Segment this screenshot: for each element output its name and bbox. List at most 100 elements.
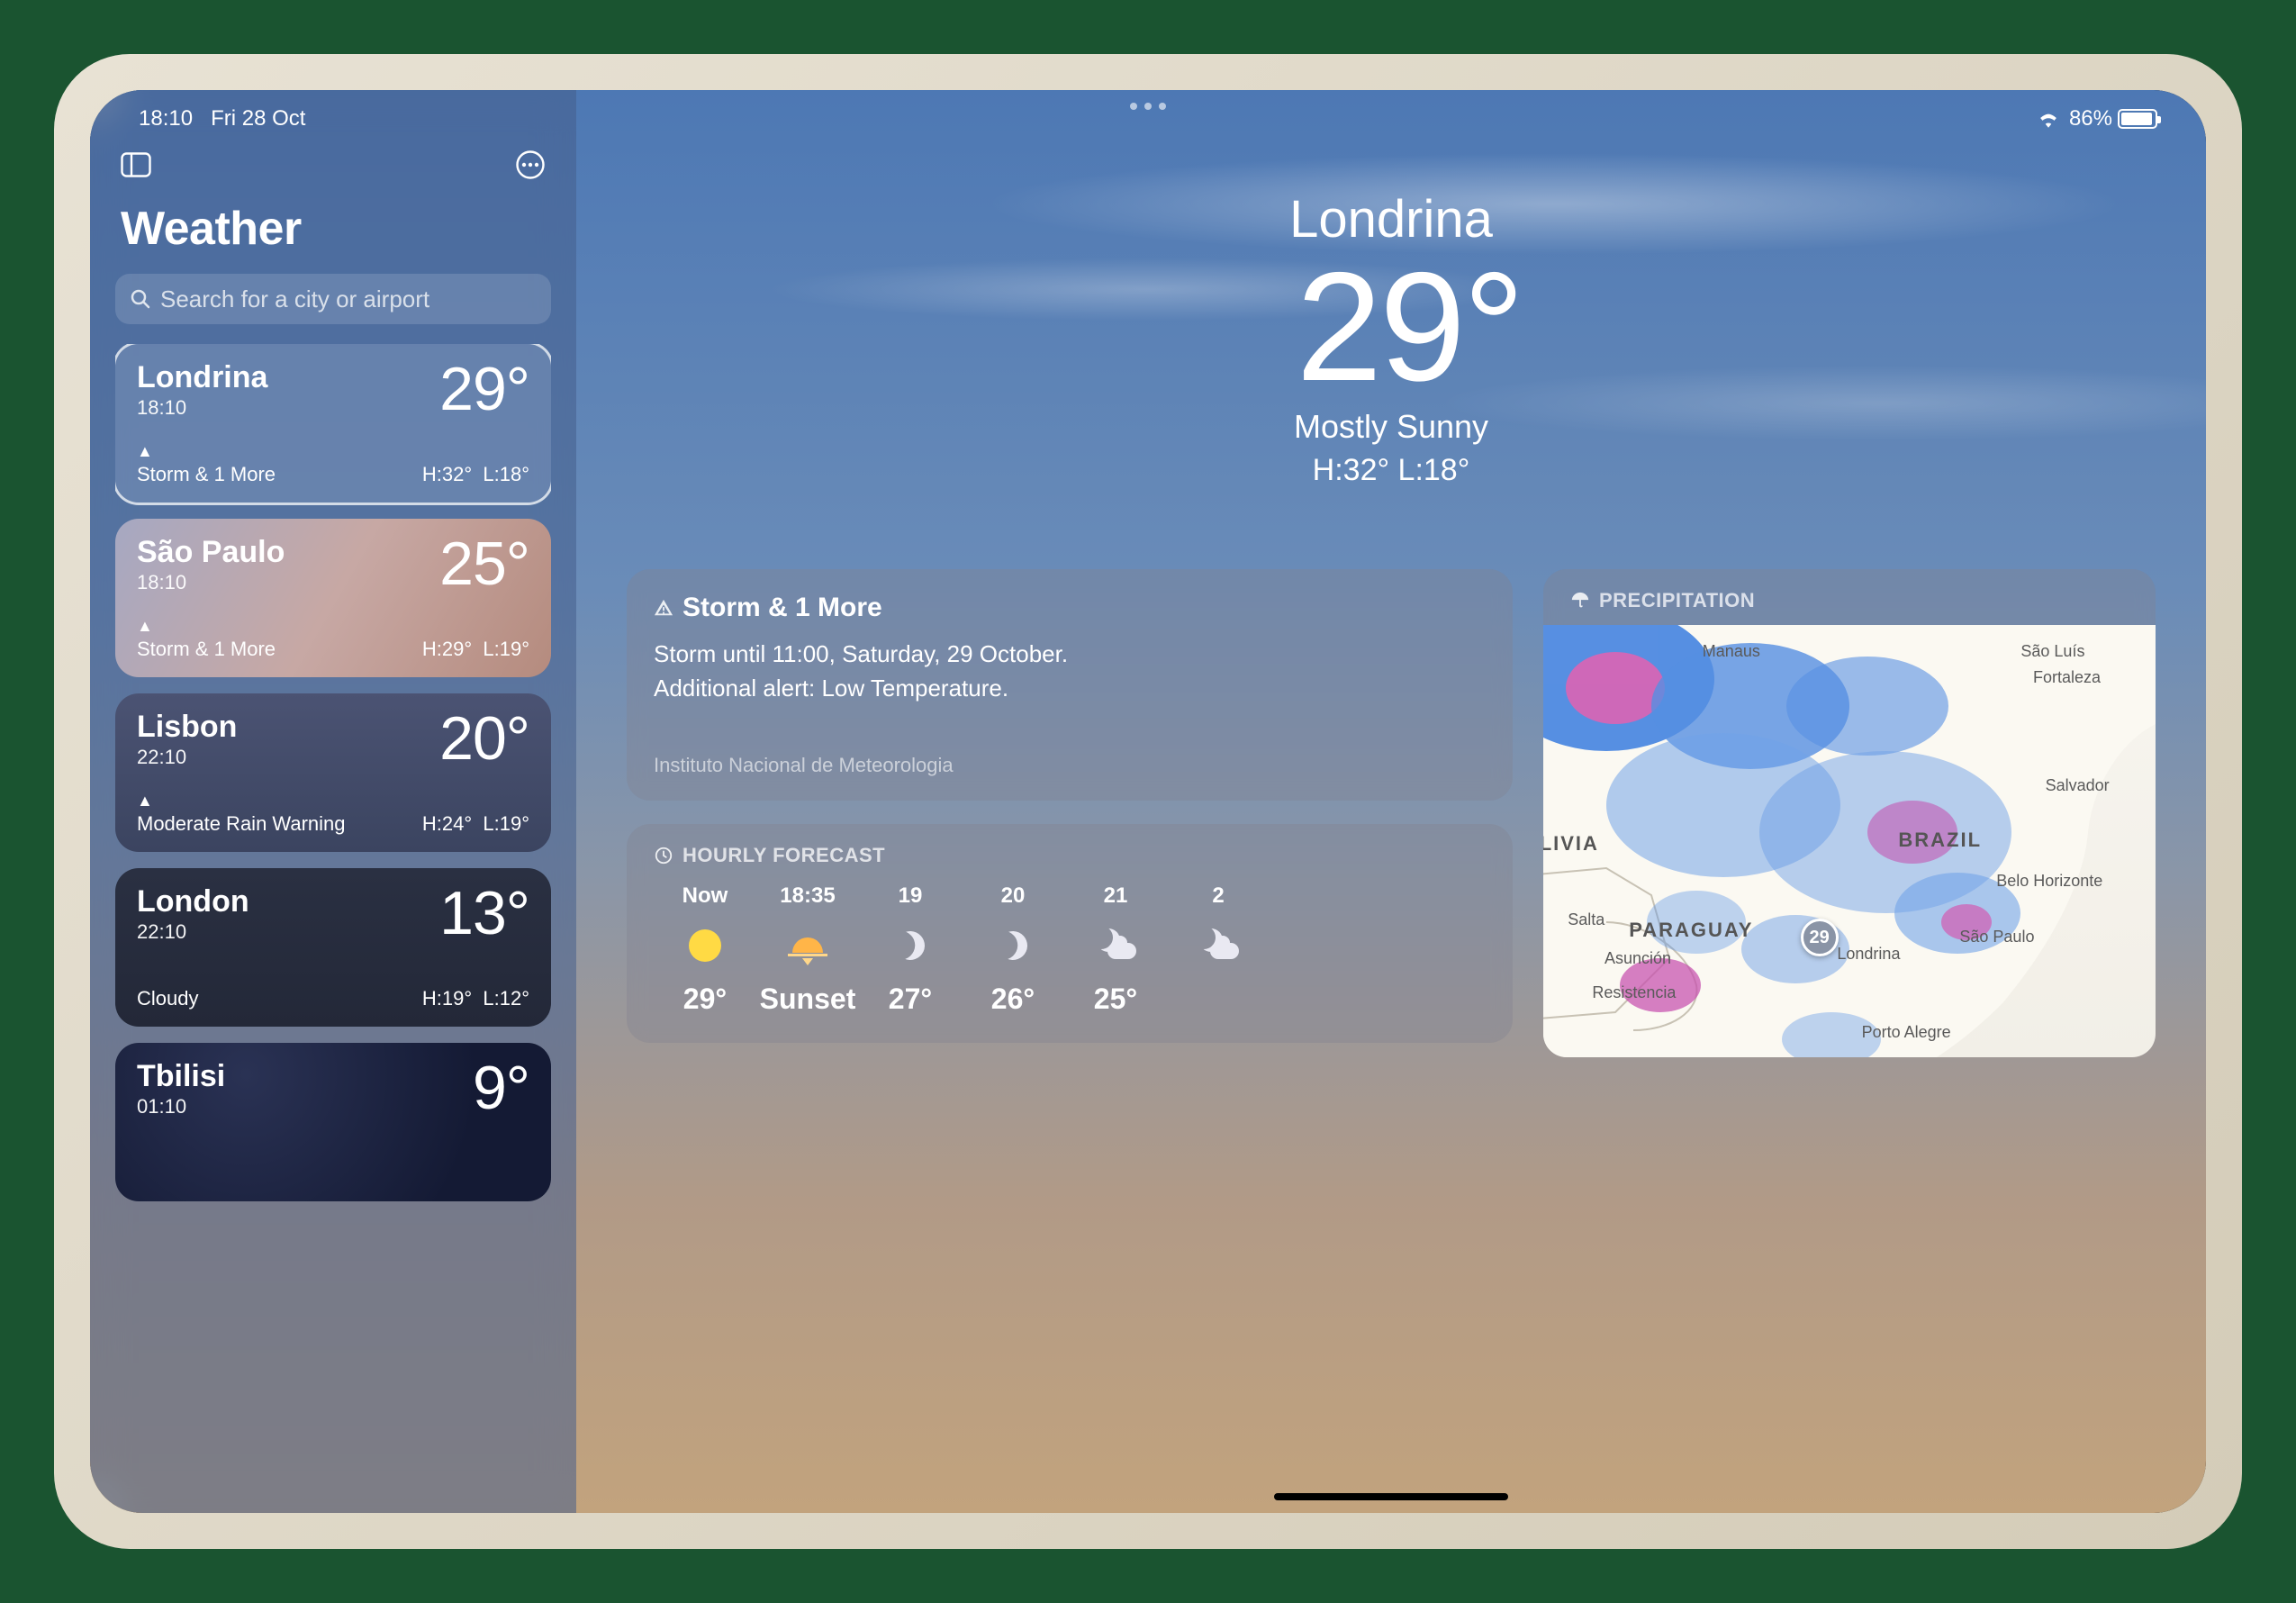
weather-icon-moon	[999, 925, 1027, 966]
weather-icon-sunset	[788, 925, 827, 966]
city-temp: 29°	[439, 362, 529, 417]
city-name: Lisbon	[137, 711, 237, 744]
hourly-header: HOURLY FORECAST	[654, 844, 1486, 867]
city-card-london[interactable]: London22:1013°CloudyH:19° L:12°	[115, 868, 551, 1027]
city-hi-lo: H:29° L:19°	[422, 638, 529, 661]
warning-icon: ▲	[137, 792, 346, 809]
alert-title: Storm & 1 More	[682, 593, 882, 623]
city-condition: ▲Moderate Rain Warning	[137, 792, 346, 836]
map-label: Salvador	[2046, 776, 2110, 795]
umbrella-icon	[1570, 591, 1590, 611]
sidebar-title: Weather	[121, 202, 551, 256]
map-label: Resistencia	[1592, 983, 1676, 1002]
map-label: BOLIVIA	[1543, 832, 1599, 856]
map-label: São Paulo	[1959, 928, 2034, 946]
battery-fill	[2121, 113, 2152, 125]
alert-panel[interactable]: Storm & 1 More Storm until 11:00, Saturd…	[627, 569, 1513, 801]
city-hi-lo: H:32° L:18°	[422, 463, 529, 486]
map-label: Asunción	[1604, 949, 1671, 968]
hour-value: Sunset	[760, 983, 856, 1016]
map-location-pin[interactable]: 29	[1801, 919, 1839, 956]
battery-pct: 86%	[2069, 106, 2112, 131]
map-label: Manaus	[1703, 642, 1760, 661]
multitask-button[interactable]	[1130, 103, 1166, 110]
map-label: PARAGUAY	[1629, 919, 1753, 942]
city-condition: ▲Storm & 1 More	[137, 443, 276, 486]
city-time: 22:10	[137, 920, 249, 944]
city-name: London	[137, 886, 249, 919]
hour-item: 2	[1167, 883, 1270, 1016]
precipitation-panel[interactable]: PRECIPITATION	[1543, 569, 2156, 1057]
status-left: 18:10 Fri 28 Oct	[139, 106, 305, 131]
hour-label: 19	[899, 883, 923, 909]
alert-line-1: Storm until 11:00, Saturday, 29 October.	[654, 638, 1486, 672]
map-pin-city: Londrina	[1837, 945, 1900, 964]
map-label: BRAZIL	[1898, 829, 1982, 852]
home-indicator[interactable]	[1274, 1493, 1508, 1500]
main-content: Londrina 29° Mostly Sunny H:32° L:18° St…	[576, 90, 2206, 1513]
city-card-lisbon[interactable]: Lisbon22:1020°▲Moderate Rain WarningH:24…	[115, 693, 551, 852]
hourly-forecast-panel[interactable]: HOURLY FORECAST Now 29° 18:35 Sunset 19 27° 20…	[627, 824, 1513, 1043]
map-label: Belo Horizonte	[1996, 872, 2102, 891]
clock-icon	[654, 846, 673, 865]
alert-source: Instituto Nacional de Meteorologia	[654, 754, 1486, 777]
wifi-icon	[2037, 110, 2060, 128]
alert-body: Storm until 11:00, Saturday, 29 October.…	[654, 638, 1486, 705]
city-list: Londrina18:1029°▲Storm & 1 MoreH:32° L:1…	[115, 344, 551, 1201]
city-name: Londrina	[137, 362, 267, 394]
hour-item: Now 29°	[654, 883, 756, 1016]
weather-icon-sun	[689, 925, 721, 966]
status-time: 18:10	[139, 106, 193, 131]
status-date: Fri 28 Oct	[211, 106, 305, 131]
precip-map[interactable]: 29 ManausSão LuísFortalezaSalvadorBRAZIL…	[1543, 625, 2156, 1057]
map-label: Salta	[1568, 910, 1604, 929]
hour-value: 27°	[889, 983, 932, 1016]
hero-temp: 29°	[612, 249, 2206, 404]
more-options-icon[interactable]	[515, 149, 546, 180]
city-temp: 9°	[473, 1061, 529, 1116]
weather-icon-moon-cloud	[1198, 925, 1239, 966]
hour-value: 25°	[1094, 983, 1137, 1016]
precip-title: PRECIPITATION	[1599, 589, 1755, 612]
search-icon	[130, 288, 151, 310]
map-label: São Luís	[2020, 642, 2084, 661]
alert-line-2: Additional alert: Low Temperature.	[654, 672, 1486, 706]
city-card-sopaulo[interactable]: São Paulo18:10 25° ▲Storm & 1 More H:29° L:…	[115, 519, 551, 677]
hour-value: 29°	[683, 983, 727, 1016]
hero-hi-lo: H:32° L:18°	[576, 453, 2206, 488]
city-card-londrina[interactable]: Londrina18:10 29° ▲Storm & 1 More H:32° L:1…	[115, 344, 551, 503]
hourly-title: HOURLY FORECAST	[682, 844, 885, 867]
city-name: São Paulo	[137, 537, 285, 569]
hour-label: Now	[682, 883, 728, 909]
hour-label: 2	[1212, 883, 1224, 909]
search-input[interactable]: Search for a city or airport	[115, 274, 551, 324]
city-hi-lo: H:24° L:19°	[422, 812, 529, 836]
hourly-scroll[interactable]: Now 29° 18:35 Sunset 19 27° 20 26° 21 25° 2	[654, 883, 1486, 1016]
city-time: 18:10	[137, 396, 267, 420]
hero: Londrina 29° Mostly Sunny H:32° L:18°	[576, 189, 2206, 488]
warning-icon: ▲	[137, 443, 276, 459]
hour-label: 18:35	[780, 883, 835, 909]
alert-panel-header: Storm & 1 More	[654, 593, 1486, 623]
status-right: 86%	[2037, 106, 2157, 131]
search-placeholder: Search for a city or airport	[160, 285, 429, 313]
hour-value: 26°	[991, 983, 1035, 1016]
city-time: 01:10	[137, 1095, 225, 1118]
sidebar: Weather Search for a city or airport Lon…	[90, 90, 576, 1513]
precip-header: PRECIPITATION	[1543, 589, 2156, 612]
city-temp: 13°	[439, 886, 529, 941]
screen: 18:10 Fri 28 Oct 86% Weather Search f	[90, 90, 2206, 1513]
city-card-tbilisi[interactable]: Tbilisi01:109°	[115, 1043, 551, 1201]
city-temp: 25°	[439, 537, 529, 592]
hour-label: 20	[1001, 883, 1026, 909]
map-label: Porto Alegre	[1862, 1023, 1951, 1042]
city-condition: ▲Storm & 1 More	[137, 618, 276, 661]
warning-icon: ▲	[137, 618, 276, 634]
city-time: 18:10	[137, 571, 285, 594]
hour-label: 21	[1104, 883, 1128, 909]
weather-icon-moon-cloud	[1095, 925, 1136, 966]
sidebar-toggle-icon[interactable]	[121, 152, 151, 177]
hour-item: 19 27°	[859, 883, 962, 1016]
hour-item: 21 25°	[1064, 883, 1167, 1016]
hour-item: 18:35 Sunset	[756, 883, 859, 1016]
